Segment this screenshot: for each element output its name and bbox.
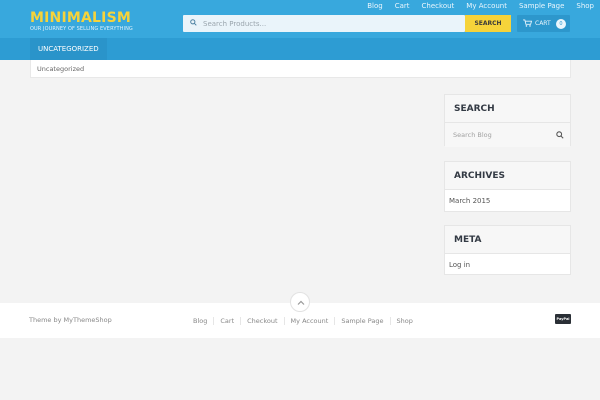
sidebar-search-title: SEARCH bbox=[445, 95, 570, 123]
footer-nav-my-account[interactable]: My Account bbox=[283, 316, 335, 325]
search-icon bbox=[190, 19, 197, 26]
footer-credit[interactable]: Theme by MyThemeShop bbox=[29, 303, 112, 338]
sidebar-meta-widget: META Log in bbox=[444, 225, 571, 275]
product-search-box bbox=[183, 15, 465, 32]
sidebar-search-body bbox=[445, 123, 570, 147]
breadcrumb: Uncategorized bbox=[30, 60, 571, 78]
cart-count-badge: 0 bbox=[556, 19, 566, 29]
topnav-item-checkout[interactable]: Checkout bbox=[416, 0, 461, 12]
sidebar-archives-body: March 2015 bbox=[445, 190, 570, 212]
topnav-item-blog[interactable]: Blog bbox=[361, 0, 388, 12]
sidebar-search-widget: SEARCH bbox=[444, 94, 571, 147]
category-bar: UNCATEGORIZED bbox=[0, 38, 600, 60]
shopping-cart-icon bbox=[523, 19, 532, 27]
category-uncategorized[interactable]: UNCATEGORIZED bbox=[30, 38, 107, 60]
search-icon[interactable] bbox=[556, 131, 564, 139]
site-header: MINIMALISM OUR JOURNEY OF SELLING EVERYT… bbox=[0, 0, 600, 38]
site-tagline: OUR JOURNEY OF SELLING EVERYTHING bbox=[30, 26, 133, 32]
topnav-item-cart[interactable]: Cart bbox=[389, 0, 416, 12]
footer-nav-blog[interactable]: Blog bbox=[187, 317, 213, 325]
back-to-top-button[interactable] bbox=[290, 292, 310, 312]
sidebar-meta-body: Log in bbox=[445, 254, 570, 276]
chevron-up-icon bbox=[297, 300, 305, 305]
cart-label: CART bbox=[535, 20, 551, 27]
footer-nav-sample-page[interactable]: Sample Page bbox=[334, 316, 389, 325]
footer-nav-checkout[interactable]: Checkout bbox=[240, 316, 283, 325]
product-search-input[interactable] bbox=[203, 15, 453, 32]
sidebar-archives-widget: ARCHIVES March 2015 bbox=[444, 161, 571, 212]
archive-link-march-2015[interactable]: March 2015 bbox=[449, 197, 490, 205]
site-title[interactable]: MINIMALISM bbox=[30, 11, 131, 25]
footer-nav-shop[interactable]: Shop bbox=[389, 316, 419, 325]
sidebar-archives-title: ARCHIVES bbox=[445, 162, 570, 190]
topnav-item-sample-page[interactable]: Sample Page bbox=[513, 0, 570, 12]
meta-link-log-in[interactable]: Log in bbox=[449, 261, 470, 269]
product-search-button[interactable]: SEARCH bbox=[465, 15, 511, 32]
cart-button[interactable]: CART 0 bbox=[517, 15, 570, 32]
sidebar-meta-title: META bbox=[445, 226, 570, 254]
topnav-item-my-account[interactable]: My Account bbox=[460, 0, 513, 12]
breadcrumb-text: Uncategorized bbox=[37, 65, 85, 73]
topnav-item-shop[interactable]: Shop bbox=[570, 0, 600, 12]
footer-nav-cart[interactable]: Cart bbox=[213, 316, 240, 325]
top-navigation: Blog Cart Checkout My Account Sample Pag… bbox=[361, 0, 600, 12]
paypal-badge: PayPal bbox=[555, 314, 571, 324]
blog-search-input[interactable] bbox=[445, 123, 570, 147]
